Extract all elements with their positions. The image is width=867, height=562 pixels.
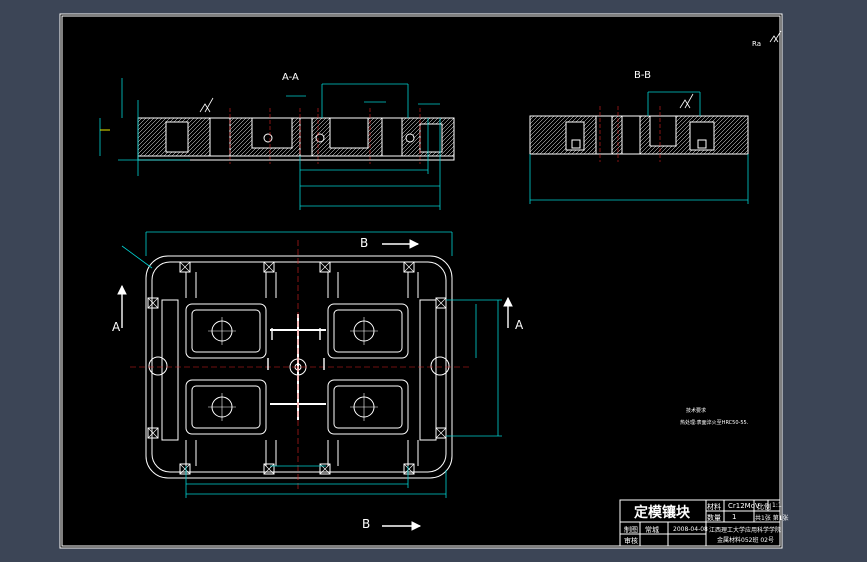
drawing-window: A-A B-B B B A A Ra 技术要求 热处理:表面淬火至HRC50-5… bbox=[0, 0, 867, 562]
tb-material-value: Cr12MoV bbox=[728, 502, 760, 510]
cut-b-top-label: B bbox=[360, 236, 369, 250]
tb-sheets: 共1张 第1张 bbox=[755, 515, 789, 522]
tb-designer-label: 制图 bbox=[624, 526, 638, 534]
aa-cavity-6 bbox=[419, 123, 443, 153]
tb-scale-value: 1:1 bbox=[772, 502, 782, 509]
aa-cavity-3 bbox=[299, 117, 313, 157]
bb-small-square-0 bbox=[571, 139, 581, 149]
cut-a-right-label: A bbox=[515, 318, 524, 332]
tb-scale-label: 比例 bbox=[757, 503, 771, 511]
roughness-note: Ra bbox=[752, 40, 761, 48]
tb-class-info: 金属材料052班 02号 bbox=[717, 537, 774, 544]
drawing-sheet bbox=[59, 13, 783, 549]
aa-cavity-2 bbox=[251, 117, 293, 149]
cut-a-left-label: A bbox=[112, 320, 121, 334]
tb-part-name: 定模镶块 bbox=[634, 505, 690, 521]
section-aa-label: A-A bbox=[282, 72, 299, 83]
tb-checker-label: 审核 bbox=[624, 537, 638, 545]
tech-req-item: 热处理:表面淬火至HRC50-55. bbox=[680, 420, 749, 426]
aa-cavity-4 bbox=[329, 117, 369, 149]
section-bb-label: B-B bbox=[634, 70, 651, 81]
bb-cavity-1 bbox=[595, 115, 613, 155]
aa-cavity-1 bbox=[209, 117, 231, 157]
tb-quantity-value: 1 bbox=[732, 513, 737, 521]
tb-school: 江西理工大学应用科学学院 bbox=[709, 527, 782, 534]
aa-hole-0 bbox=[263, 133, 273, 143]
aa-hole-1 bbox=[315, 133, 325, 143]
bb-small-square-1 bbox=[697, 139, 707, 149]
cut-b-bottom-label: B bbox=[362, 517, 371, 531]
tb-quantity-label: 数量 bbox=[707, 514, 721, 522]
tb-material-label: 材料 bbox=[707, 503, 721, 511]
cad-drawing bbox=[59, 13, 783, 549]
tb-date: 2008-04-08 bbox=[673, 526, 708, 533]
tb-designer-name: 常城 bbox=[645, 526, 659, 534]
aa-cavity-5 bbox=[381, 117, 403, 157]
bb-cavity-3 bbox=[649, 115, 677, 147]
aa-cavity-0 bbox=[165, 121, 189, 153]
aa-hole-2 bbox=[405, 133, 415, 143]
tech-req-title: 技术要求 bbox=[686, 408, 707, 414]
bb-cavity-2 bbox=[621, 115, 641, 155]
